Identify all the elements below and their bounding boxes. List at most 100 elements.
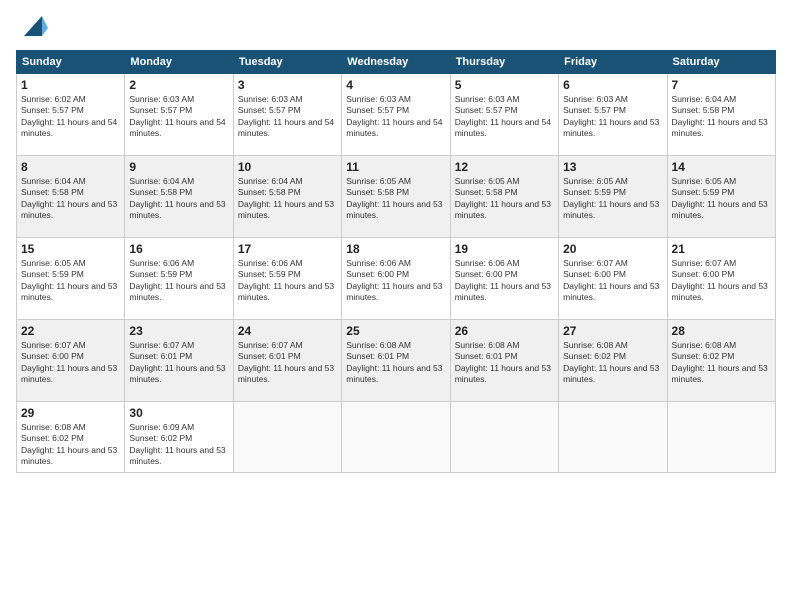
day-number: 25 [346,324,445,338]
calendar-cell: 5 Sunrise: 6:03 AM Sunset: 5:57 PM Dayli… [450,74,558,156]
calendar-table: SundayMondayTuesdayWednesdayThursdayFrid… [16,50,776,473]
day-number: 15 [21,242,120,256]
day-info: Sunrise: 6:03 AM Sunset: 5:57 PM Dayligh… [455,94,554,140]
day-info: Sunrise: 6:04 AM Sunset: 5:58 PM Dayligh… [129,176,228,222]
calendar-cell: 23 Sunrise: 6:07 AM Sunset: 6:01 PM Dayl… [125,320,233,402]
calendar-cell: 14 Sunrise: 6:05 AM Sunset: 5:59 PM Dayl… [667,156,775,238]
page: SundayMondayTuesdayWednesdayThursdayFrid… [0,0,792,612]
day-number: 27 [563,324,662,338]
calendar-cell: 12 Sunrise: 6:05 AM Sunset: 5:58 PM Dayl… [450,156,558,238]
day-info: Sunrise: 6:08 AM Sunset: 6:02 PM Dayligh… [563,340,662,386]
day-info: Sunrise: 6:09 AM Sunset: 6:02 PM Dayligh… [129,422,228,468]
day-info: Sunrise: 6:08 AM Sunset: 6:02 PM Dayligh… [21,422,120,468]
day-number: 29 [21,406,120,420]
calendar-cell: 19 Sunrise: 6:06 AM Sunset: 6:00 PM Dayl… [450,238,558,320]
day-info: Sunrise: 6:08 AM Sunset: 6:01 PM Dayligh… [455,340,554,386]
day-number: 10 [238,160,337,174]
day-number: 5 [455,78,554,92]
calendar-day-header: Friday [559,51,667,74]
calendar-week-row: 29 Sunrise: 6:08 AM Sunset: 6:02 PM Dayl… [17,402,776,473]
day-number: 19 [455,242,554,256]
day-number: 1 [21,78,120,92]
calendar-cell: 16 Sunrise: 6:06 AM Sunset: 5:59 PM Dayl… [125,238,233,320]
calendar-cell: 18 Sunrise: 6:06 AM Sunset: 6:00 PM Dayl… [342,238,450,320]
day-info: Sunrise: 6:05 AM Sunset: 5:58 PM Dayligh… [455,176,554,222]
day-number: 17 [238,242,337,256]
day-number: 24 [238,324,337,338]
calendar-cell [667,402,775,473]
calendar-cell: 25 Sunrise: 6:08 AM Sunset: 6:01 PM Dayl… [342,320,450,402]
calendar-header-row: SundayMondayTuesdayWednesdayThursdayFrid… [17,51,776,74]
day-info: Sunrise: 6:08 AM Sunset: 6:02 PM Dayligh… [672,340,771,386]
header [16,16,776,40]
day-number: 8 [21,160,120,174]
logo [16,16,48,40]
day-info: Sunrise: 6:06 AM Sunset: 6:00 PM Dayligh… [346,258,445,304]
day-info: Sunrise: 6:05 AM Sunset: 5:59 PM Dayligh… [21,258,120,304]
day-info: Sunrise: 6:08 AM Sunset: 6:01 PM Dayligh… [346,340,445,386]
day-info: Sunrise: 6:03 AM Sunset: 5:57 PM Dayligh… [563,94,662,140]
day-info: Sunrise: 6:07 AM Sunset: 6:01 PM Dayligh… [238,340,337,386]
day-info: Sunrise: 6:04 AM Sunset: 5:58 PM Dayligh… [238,176,337,222]
calendar-week-row: 8 Sunrise: 6:04 AM Sunset: 5:58 PM Dayli… [17,156,776,238]
calendar-cell: 13 Sunrise: 6:05 AM Sunset: 5:59 PM Dayl… [559,156,667,238]
day-number: 20 [563,242,662,256]
calendar-week-row: 15 Sunrise: 6:05 AM Sunset: 5:59 PM Dayl… [17,238,776,320]
day-number: 21 [672,242,771,256]
calendar-cell: 17 Sunrise: 6:06 AM Sunset: 5:59 PM Dayl… [233,238,341,320]
day-info: Sunrise: 6:05 AM Sunset: 5:59 PM Dayligh… [672,176,771,222]
calendar-cell: 28 Sunrise: 6:08 AM Sunset: 6:02 PM Dayl… [667,320,775,402]
day-number: 16 [129,242,228,256]
calendar-cell: 3 Sunrise: 6:03 AM Sunset: 5:57 PM Dayli… [233,74,341,156]
day-number: 3 [238,78,337,92]
day-number: 23 [129,324,228,338]
day-number: 18 [346,242,445,256]
day-info: Sunrise: 6:05 AM Sunset: 5:59 PM Dayligh… [563,176,662,222]
calendar-cell: 30 Sunrise: 6:09 AM Sunset: 6:02 PM Dayl… [125,402,233,473]
day-info: Sunrise: 6:04 AM Sunset: 5:58 PM Dayligh… [21,176,120,222]
day-info: Sunrise: 6:07 AM Sunset: 6:00 PM Dayligh… [672,258,771,304]
calendar-cell: 15 Sunrise: 6:05 AM Sunset: 5:59 PM Dayl… [17,238,125,320]
day-number: 11 [346,160,445,174]
calendar-cell: 27 Sunrise: 6:08 AM Sunset: 6:02 PM Dayl… [559,320,667,402]
day-info: Sunrise: 6:06 AM Sunset: 6:00 PM Dayligh… [455,258,554,304]
day-info: Sunrise: 6:03 AM Sunset: 5:57 PM Dayligh… [346,94,445,140]
day-number: 2 [129,78,228,92]
day-number: 30 [129,406,228,420]
calendar-cell: 7 Sunrise: 6:04 AM Sunset: 5:58 PM Dayli… [667,74,775,156]
calendar-cell [233,402,341,473]
day-info: Sunrise: 6:02 AM Sunset: 5:57 PM Dayligh… [21,94,120,140]
day-info: Sunrise: 6:04 AM Sunset: 5:58 PM Dayligh… [672,94,771,140]
logo-icon [20,12,48,40]
calendar-cell [559,402,667,473]
day-info: Sunrise: 6:03 AM Sunset: 5:57 PM Dayligh… [238,94,337,140]
day-info: Sunrise: 6:06 AM Sunset: 5:59 PM Dayligh… [238,258,337,304]
day-info: Sunrise: 6:07 AM Sunset: 6:01 PM Dayligh… [129,340,228,386]
calendar-cell: 9 Sunrise: 6:04 AM Sunset: 5:58 PM Dayli… [125,156,233,238]
day-info: Sunrise: 6:05 AM Sunset: 5:58 PM Dayligh… [346,176,445,222]
calendar-cell [342,402,450,473]
calendar-cell: 8 Sunrise: 6:04 AM Sunset: 5:58 PM Dayli… [17,156,125,238]
day-number: 13 [563,160,662,174]
day-info: Sunrise: 6:07 AM Sunset: 6:00 PM Dayligh… [563,258,662,304]
calendar-cell: 21 Sunrise: 6:07 AM Sunset: 6:00 PM Dayl… [667,238,775,320]
calendar-day-header: Saturday [667,51,775,74]
day-number: 6 [563,78,662,92]
day-number: 12 [455,160,554,174]
calendar-week-row: 22 Sunrise: 6:07 AM Sunset: 6:00 PM Dayl… [17,320,776,402]
calendar-day-header: Thursday [450,51,558,74]
day-number: 14 [672,160,771,174]
calendar-cell: 4 Sunrise: 6:03 AM Sunset: 5:57 PM Dayli… [342,74,450,156]
calendar-week-row: 1 Sunrise: 6:02 AM Sunset: 5:57 PM Dayli… [17,74,776,156]
day-info: Sunrise: 6:06 AM Sunset: 5:59 PM Dayligh… [129,258,228,304]
calendar-day-header: Sunday [17,51,125,74]
calendar-cell: 24 Sunrise: 6:07 AM Sunset: 6:01 PM Dayl… [233,320,341,402]
calendar-day-header: Wednesday [342,51,450,74]
day-number: 26 [455,324,554,338]
calendar-cell: 26 Sunrise: 6:08 AM Sunset: 6:01 PM Dayl… [450,320,558,402]
calendar-cell: 20 Sunrise: 6:07 AM Sunset: 6:00 PM Dayl… [559,238,667,320]
day-number: 7 [672,78,771,92]
day-info: Sunrise: 6:03 AM Sunset: 5:57 PM Dayligh… [129,94,228,140]
calendar-cell: 2 Sunrise: 6:03 AM Sunset: 5:57 PM Dayli… [125,74,233,156]
calendar-day-header: Tuesday [233,51,341,74]
